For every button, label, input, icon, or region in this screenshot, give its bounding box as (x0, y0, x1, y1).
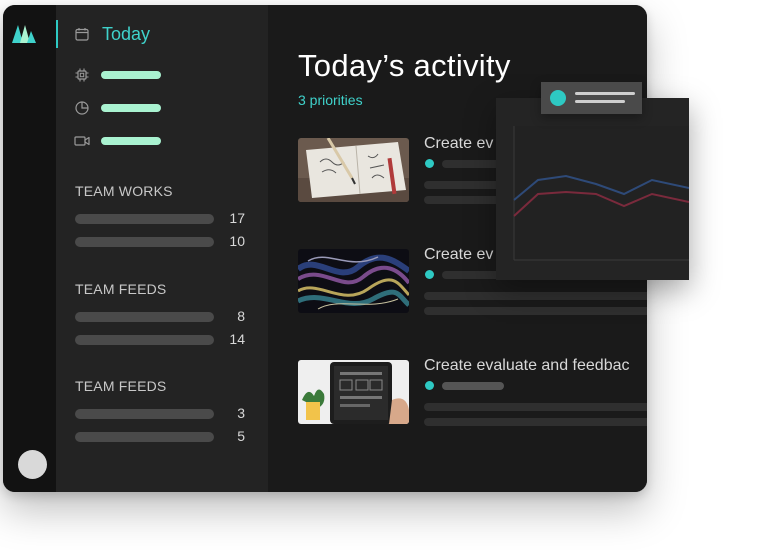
tablet-thumbnail (298, 360, 409, 424)
legend-label-placeholder (575, 92, 635, 95)
sidebar-item-today[interactable]: Today (56, 20, 268, 48)
card-title: Create ev (424, 246, 494, 263)
active-indicator (56, 20, 58, 48)
sidebar-item-chip[interactable] (74, 67, 254, 83)
section-title: TEAM FEEDS (75, 378, 167, 394)
sidebar-item-analytics[interactable] (74, 100, 254, 116)
activity-card[interactable]: Create evaluate and feedbac (298, 357, 647, 426)
meta-placeholder (442, 160, 504, 168)
item-placeholder (75, 335, 214, 345)
list-item[interactable]: 17 (75, 210, 245, 226)
nav-pill (101, 71, 161, 79)
section-title: TEAM WORKS (75, 183, 173, 199)
status-dot (425, 270, 434, 279)
nav-pill (101, 104, 161, 112)
sidebar: Today TEAM WORKS 17 10 TEAM FEEDS 8 14 T… (56, 5, 268, 492)
meta-placeholder (442, 271, 504, 279)
nav-pill (101, 137, 161, 145)
pie-chart-icon (75, 101, 89, 115)
video-icon (74, 136, 90, 146)
text-placeholder (424, 403, 647, 411)
item-placeholder (75, 237, 214, 247)
sidebar-item-video[interactable] (74, 133, 254, 149)
avatar[interactable] (18, 450, 47, 479)
section-title: TEAM FEEDS (75, 281, 167, 297)
text-placeholder (424, 418, 647, 426)
icon-rail (3, 5, 56, 492)
chip-icon (75, 68, 89, 82)
card-title: Create evaluate and feedbac (424, 357, 630, 374)
list-item[interactable]: 10 (75, 233, 245, 249)
list-item[interactable]: 14 (75, 331, 245, 347)
sidebar-item-label: Today (102, 24, 151, 44)
item-count: 3 (237, 405, 245, 421)
sketchbook-thumbnail (298, 138, 409, 202)
item-placeholder (75, 409, 214, 419)
text-placeholder (424, 307, 647, 315)
status-dot (425, 381, 434, 390)
status-dot (425, 159, 434, 168)
chart-graphic (513, 126, 690, 261)
item-count: 5 (237, 428, 245, 444)
legend-label-placeholder (575, 100, 625, 103)
list-item[interactable]: 3 (75, 405, 245, 421)
abstract-thumbnail (298, 249, 409, 313)
calendar-icon (75, 28, 89, 41)
page-title: Today’s activity (298, 48, 511, 83)
item-count: 17 (229, 210, 245, 226)
item-count: 14 (229, 331, 245, 347)
item-placeholder (75, 214, 214, 224)
app-logo-icon[interactable] (12, 25, 36, 43)
chart-legend[interactable] (541, 82, 642, 114)
card-title: Create ev (424, 135, 494, 152)
list-item[interactable]: 8 (75, 308, 245, 324)
list-item[interactable]: 5 (75, 428, 245, 444)
meta-placeholder (442, 382, 504, 390)
legend-swatch (550, 90, 566, 106)
text-placeholder (424, 292, 647, 300)
chart-panel (496, 98, 690, 280)
item-count: 10 (229, 233, 245, 249)
priorities-link[interactable]: 3 priorities (298, 92, 363, 108)
item-count: 8 (237, 308, 245, 324)
item-placeholder (75, 312, 214, 322)
item-placeholder (75, 432, 214, 442)
